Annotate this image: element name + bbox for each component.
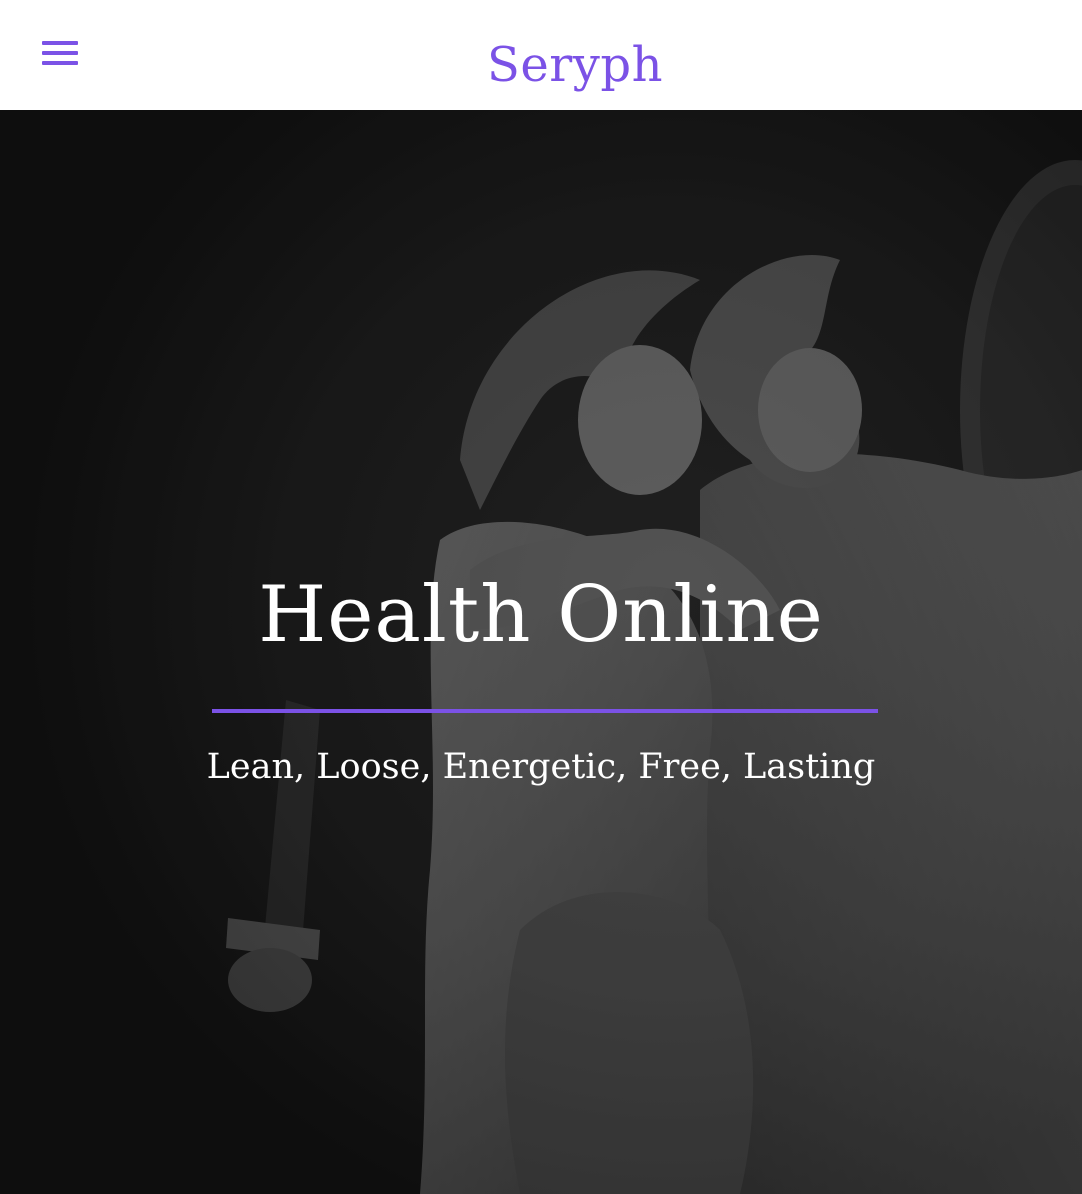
hero-tagline: Lean, Loose, Energetic, Free, Lasting <box>206 747 876 787</box>
hero-title: Health Online <box>258 570 824 660</box>
hero-divider <box>212 709 878 713</box>
site-brand[interactable]: Seryph <box>0 30 1082 100</box>
hero-section: Health Online Lean, Loose, Energetic, Fr… <box>0 110 1082 1194</box>
site-header: Seryph <box>0 0 1082 110</box>
